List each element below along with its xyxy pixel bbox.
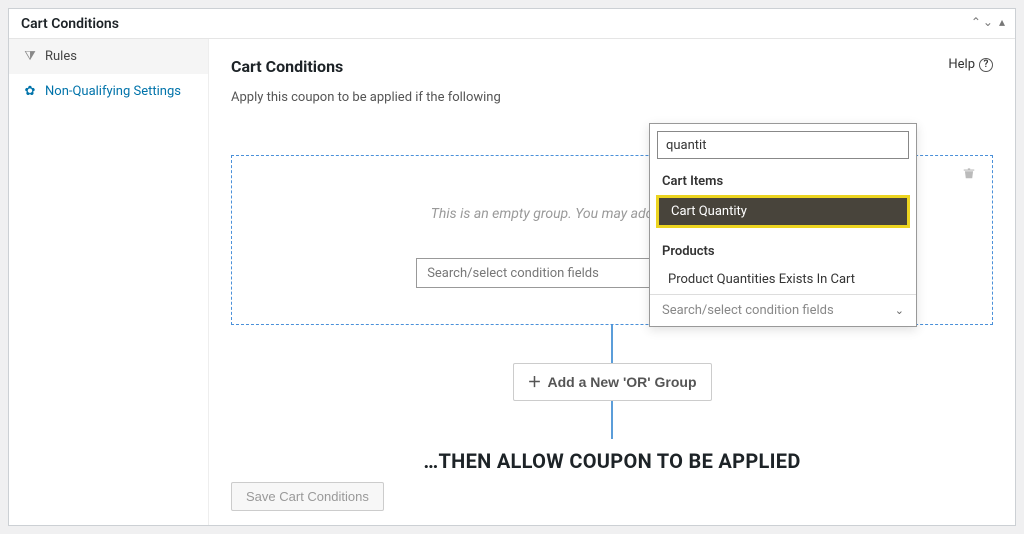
- dropdown-group-products: Products: [650, 236, 916, 265]
- sidebar-item-label: Non-Qualifying Settings: [45, 84, 181, 99]
- connector-line: [611, 401, 613, 439]
- panel-body: ⧩ Rules ✿ Non-Qualifying Settings Help ?…: [9, 39, 1015, 525]
- dropdown-footer[interactable]: Search/select condition fields ⌄: [650, 294, 916, 326]
- search-value: quantit: [666, 138, 706, 153]
- then-allow-text: …THEN ALLOW COUPON TO BE APPLIED: [231, 449, 993, 473]
- panel-toggle-group: ⌃ ⌄ ▴: [971, 15, 1005, 29]
- dropdown-option-product-quantities[interactable]: Product Quantities Exists In Cart: [650, 265, 916, 294]
- collapse-up-icon[interactable]: ⌃: [971, 15, 981, 29]
- main-content: Help ? Cart Conditions Apply this coupon…: [209, 39, 1015, 525]
- collapse-down-icon[interactable]: ⌄: [983, 15, 993, 29]
- panel-header: Cart Conditions ⌃ ⌄ ▴: [9, 9, 1015, 39]
- gear-icon: ✿: [23, 84, 37, 99]
- plus-icon: ＋: [528, 372, 542, 392]
- dropdown-footer-label: Search/select condition fields: [662, 303, 834, 318]
- or-group-label: Add a New 'OR' Group: [548, 374, 697, 390]
- help-link[interactable]: Help ?: [948, 57, 993, 72]
- cart-conditions-panel: Cart Conditions ⌃ ⌄ ▴ ⧩ Rules ✿ Non-Qual…: [8, 8, 1016, 526]
- page-description: Apply this coupon to be applied if the f…: [231, 90, 993, 105]
- filter-icon: ⧩: [23, 49, 37, 64]
- dropdown-option-cart-quantity[interactable]: Cart Quantity: [656, 195, 910, 228]
- trash-icon[interactable]: [962, 166, 976, 184]
- condition-select[interactable]: Search/select condition fields ⌄: [416, 258, 676, 288]
- panel-title: Cart Conditions: [21, 16, 119, 32]
- panel-toggle-icon[interactable]: ▴: [999, 15, 1005, 29]
- condition-dropdown: quantit Cart Items Cart Quantity Product…: [649, 123, 917, 327]
- page-title: Cart Conditions: [231, 57, 993, 76]
- dropdown-search-input[interactable]: quantit: [657, 131, 909, 159]
- help-label: Help: [948, 57, 975, 72]
- sidebar: ⧩ Rules ✿ Non-Qualifying Settings: [9, 39, 209, 525]
- connector-line: [611, 325, 613, 363]
- help-icon: ?: [979, 58, 993, 72]
- save-button[interactable]: Save Cart Conditions: [231, 482, 384, 511]
- sidebar-item-rules[interactable]: ⧩ Rules: [9, 39, 208, 74]
- add-or-group-button[interactable]: ＋ Add a New 'OR' Group: [513, 363, 712, 401]
- sidebar-item-label: Rules: [45, 49, 77, 64]
- select-placeholder: Search/select condition fields: [427, 266, 599, 281]
- sidebar-item-non-qualifying[interactable]: ✿ Non-Qualifying Settings: [9, 74, 208, 109]
- connector-section: ＋ Add a New 'OR' Group: [231, 325, 993, 439]
- chevron-down-icon: ⌄: [895, 304, 904, 317]
- dropdown-group-cart-items: Cart Items: [650, 166, 916, 195]
